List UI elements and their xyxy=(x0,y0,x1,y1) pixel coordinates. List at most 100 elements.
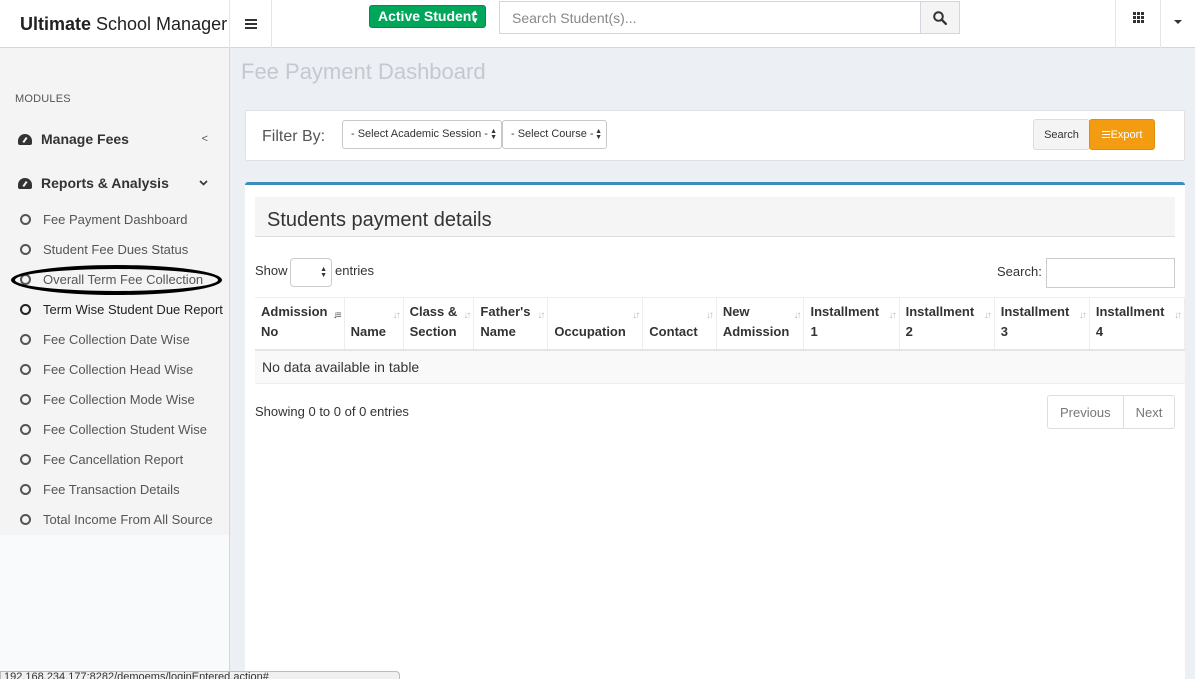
page-title: Fee Payment Dashboard xyxy=(241,59,486,84)
sidebar: MODULES Manage Fees < Reports & Analysis… xyxy=(0,48,230,679)
col-fathers-name[interactable]: Father's Name ↓↑ xyxy=(473,297,549,351)
circle-icon xyxy=(20,304,31,315)
top-navbar: Ultimate School Manager Active Student ▲… xyxy=(0,0,1195,48)
user-dropdown-button[interactable] xyxy=(1160,0,1195,48)
payment-table: Admission No ↓≡ Name ↓↑ Class & Section ↓↑ Fa… xyxy=(255,297,1185,384)
sidebar-item-student-wise[interactable]: Fee Collection Student Wise xyxy=(20,422,207,437)
sidebar-item-term-wise-due[interactable]: Term Wise Student Due Report xyxy=(20,302,223,317)
sidebar-item-label: Fee Cancellation Report xyxy=(43,452,184,467)
sidebar-item-label: Fee Collection Student Wise xyxy=(43,422,208,437)
sidebar-item-label: Term Wise Student Due Report xyxy=(43,302,223,317)
academic-session-select[interactable]: - Select Academic Session - ▲ ▼ xyxy=(342,120,502,149)
sidebar-item-label: Fee Collection Mode Wise xyxy=(43,392,195,407)
sidebar-toggle-button[interactable] xyxy=(230,0,272,48)
circle-icon xyxy=(20,394,31,405)
col-installment-4[interactable]: Installment 4 ↓↑ xyxy=(1089,297,1185,351)
col-occupation[interactable]: Occupation ↓↑ xyxy=(547,297,644,351)
sort-icon: ↓↑ xyxy=(705,310,714,321)
sort-icon: ↓≡ xyxy=(332,310,342,321)
grid-icon xyxy=(1132,11,1144,23)
empty-table-message: No data available in table xyxy=(255,349,1185,384)
sort-icon: ↓↑ xyxy=(537,310,545,321)
next-page-button[interactable]: Next xyxy=(1122,396,1175,428)
sort-icon: ↓↑ xyxy=(793,310,801,321)
sidebar-item-student-fee-dues[interactable]: Student Fee Dues Status xyxy=(20,242,188,257)
brand-rest: School Manager xyxy=(96,13,228,34)
circle-icon xyxy=(20,484,31,495)
col-class-section[interactable]: Class & Section ↓↑ xyxy=(403,297,475,351)
sidebar-item-reports[interactable]: Reports & Analysis xyxy=(18,175,218,191)
select-arrows-icon: ▲ ▼ xyxy=(320,266,327,279)
chevron-down-icon xyxy=(199,177,208,189)
active-student-select[interactable]: Active Student ▲ ▼ xyxy=(369,5,486,28)
student-search-input[interactable]: Search Student(s)... xyxy=(499,1,921,34)
pagination: Previous Next xyxy=(1047,395,1176,429)
select-arrows-icon: ▲ ▼ xyxy=(595,128,602,141)
export-button[interactable]: Export xyxy=(1089,119,1155,150)
session-select-label: - Select Academic Session - xyxy=(351,128,488,140)
sidebar-item-cancellation[interactable]: Fee Cancellation Report xyxy=(20,452,183,467)
filter-label: Filter By: xyxy=(262,128,326,145)
entries-label: entries xyxy=(335,263,375,278)
entries-per-page-select[interactable]: ▲ ▼ xyxy=(290,258,332,287)
sidebar-item-mode-wise[interactable]: Fee Collection Mode Wise xyxy=(20,392,195,407)
app-logo[interactable]: Ultimate School Manager xyxy=(0,0,230,48)
table-search-label: Search: xyxy=(997,264,1042,279)
sidebar-item-transaction[interactable]: Fee Transaction Details xyxy=(20,482,180,497)
table-row: No data available in table xyxy=(255,349,1185,384)
col-installment-1[interactable]: Installment 1 ↓↑ xyxy=(803,297,900,351)
sidebar-item-label: Fee Collection Head Wise xyxy=(43,362,194,377)
sort-icon: ↓↑ xyxy=(632,310,640,321)
show-label: Show xyxy=(255,263,288,278)
sidebar-item-date-wise[interactable]: Fee Collection Date Wise xyxy=(20,332,190,347)
sidebar-item-manage-fees[interactable]: Manage Fees < xyxy=(18,131,218,147)
circle-icon xyxy=(20,334,31,345)
circle-icon xyxy=(20,214,31,225)
filter-panel: Filter By: - Select Academic Session - ▲… xyxy=(245,110,1185,161)
search-icon xyxy=(933,10,947,25)
modules-heading: MODULES xyxy=(15,93,71,105)
sort-icon: ↓↑ xyxy=(1078,310,1087,321)
sidebar-item-label: Fee Payment Dashboard xyxy=(43,212,188,227)
sort-icon: ↓↑ xyxy=(983,310,992,321)
apps-menu-button[interactable] xyxy=(1115,0,1160,48)
circle-icon xyxy=(20,514,31,525)
circle-icon xyxy=(20,454,31,465)
col-admission-no[interactable]: Admission No ↓≡ xyxy=(255,297,345,351)
sidebar-item-label: Manage Fees xyxy=(41,131,129,147)
select-arrows-icon: ▲ ▼ xyxy=(490,128,497,141)
sort-icon: ↓↑ xyxy=(888,310,897,321)
chevron-left-icon: < xyxy=(201,133,208,145)
col-new-admission[interactable]: New Admission ↓↑ xyxy=(716,297,805,351)
sidebar-item-fee-payment-dashboard[interactable]: Fee Payment Dashboard xyxy=(20,212,188,227)
course-select[interactable]: - Select Course - ▲ ▼ xyxy=(502,120,607,149)
filter-search-button[interactable]: Search xyxy=(1033,119,1090,150)
circle-icon xyxy=(20,244,31,255)
list-icon xyxy=(1101,131,1110,138)
circle-icon xyxy=(20,364,31,375)
col-installment-3[interactable]: Installment 3 ↓↑ xyxy=(994,297,1090,351)
circle-icon xyxy=(20,424,31,435)
box-title: Students payment details xyxy=(267,209,492,231)
hamburger-icon xyxy=(244,19,257,29)
sort-icon: ↓↑ xyxy=(392,310,401,321)
table-header-row: Admission No ↓≡ Name ↓↑ Class & Section ↓↑ Fa… xyxy=(255,297,1185,351)
col-installment-2[interactable]: Installment 2 ↓↑ xyxy=(899,297,995,351)
sidebar-item-label: Fee Transaction Details xyxy=(43,482,180,497)
brand-bold: Ultimate xyxy=(20,13,92,34)
col-contact[interactable]: Contact ↓↑ xyxy=(642,297,717,351)
previous-page-button[interactable]: Previous xyxy=(1048,396,1123,428)
table-search-input[interactable] xyxy=(1046,258,1175,288)
sidebar-item-label: Reports & Analysis xyxy=(41,175,169,191)
select-arrows-icon: ▲ ▼ xyxy=(471,8,479,25)
col-name[interactable]: Name ↓↑ xyxy=(344,297,404,351)
search-button[interactable] xyxy=(920,1,960,34)
box-header: Students payment details xyxy=(255,197,1175,237)
sidebar-item-head-wise[interactable]: Fee Collection Head Wise xyxy=(20,362,193,377)
sort-icon: ↓↑ xyxy=(1174,310,1182,321)
table-container: Admission No ↓≡ Name ↓↑ Class & Section ↓↑ Fa… xyxy=(255,297,1185,387)
caret-down-icon xyxy=(1174,20,1182,24)
active-student-label: Active Student xyxy=(378,8,477,24)
dashboard-icon xyxy=(18,177,32,189)
sidebar-item-total-income[interactable]: Total Income From All Source xyxy=(20,512,213,527)
